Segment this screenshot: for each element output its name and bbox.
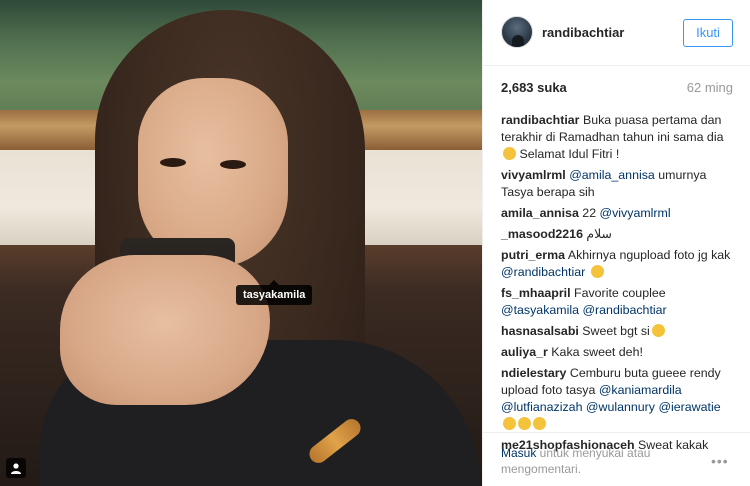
post-sidebar: randibachtiar Ikuti 2,683 suka 62 ming r… [482, 0, 750, 486]
comment-username[interactable]: putri_erma [501, 248, 565, 262]
username-link[interactable]: randibachtiar [542, 25, 624, 40]
post-stats: 2,683 suka 62 ming [501, 80, 733, 100]
mention-link[interactable]: @randibachtiar [582, 303, 666, 317]
likes-count[interactable]: 2,683 suka [501, 80, 567, 95]
comment-item: randibachtiar Buka puasa pertama dan ter… [501, 112, 739, 163]
comment-text: سلام [586, 227, 612, 241]
mention-link[interactable]: @ierawatie [658, 400, 720, 414]
comment-username[interactable]: fs_mhaapril [501, 286, 571, 300]
more-options-icon[interactable]: ••• [711, 453, 729, 469]
tagged-users-button[interactable] [6, 458, 26, 478]
post-footer: Masuk untuk menyukai atau mengomentari. … [483, 432, 750, 486]
post-header: randibachtiar Ikuti [483, 0, 750, 66]
mention-link[interactable]: @randibachtiar [501, 265, 585, 279]
mention-link[interactable]: @vivyamlrml [600, 206, 671, 220]
photo-eye-right [220, 160, 246, 169]
comment-username[interactable]: _masood2216 [501, 227, 583, 241]
comment-username[interactable]: hasnasalsabi [501, 324, 579, 338]
comment-item: auliya_r Kaka sweet deh! [501, 344, 739, 361]
avatar[interactable] [501, 16, 533, 48]
comment-text: Selamat Idul Fitri ! [516, 147, 620, 161]
person-icon [11, 463, 21, 474]
comment-username[interactable]: randibachtiar [501, 113, 580, 127]
comment-username[interactable]: vivyamlrml [501, 168, 566, 182]
comment-username[interactable]: auliya_r [501, 345, 548, 359]
wink-emoji-icon [503, 147, 516, 160]
comment-text: Kaka sweet deh! [551, 345, 643, 359]
heart-eyes-emoji-icon [651, 324, 665, 337]
comments-list: randibachtiar Buka puasa pertama dan ter… [501, 112, 739, 458]
cry-emoji-icon [533, 417, 546, 430]
comment-username[interactable]: amila_annisa [501, 206, 579, 220]
comment-item: vivyamlrml @amila_annisa umurnya Tasya b… [501, 167, 739, 201]
comment-text [585, 265, 588, 279]
comment-text: 22 [582, 206, 600, 220]
mention-link[interactable]: @kaniamardila [599, 383, 682, 397]
sweat-emoji-icon [518, 417, 531, 430]
photo-hands [60, 255, 270, 405]
follow-button[interactable]: Ikuti [683, 19, 733, 47]
comment-item: fs_mhaapril Favorite couplee @tasyakamil… [501, 285, 739, 319]
mention-link[interactable]: @wulannury [586, 400, 655, 414]
cry-emoji-icon [590, 265, 604, 278]
comment-text: Sweet bgt si [582, 324, 650, 338]
cry-emoji-icon [503, 417, 516, 430]
mention-link[interactable]: @lutfianazizah [501, 400, 582, 414]
comment-item: putri_erma Akhirnya ngupload foto jg kak… [501, 247, 739, 281]
comment-item: ndielestary Cemburu buta gueee rendy upl… [501, 365, 739, 433]
comment-item: amila_annisa 22 @vivyamlrml [501, 205, 739, 222]
post-timestamp[interactable]: 62 ming [687, 80, 733, 95]
comment-text: Akhirnya ngupload foto jg kak [567, 248, 731, 262]
login-link[interactable]: Masuk [501, 446, 536, 460]
comment-text: Favorite couplee [574, 286, 666, 300]
comment-item: hasnasalsabi Sweet bgt si [501, 323, 739, 340]
mention-link[interactable]: @tasyakamila [501, 303, 579, 317]
photo-eye-left [160, 158, 186, 167]
mention-link[interactable]: @amila_annisa [569, 168, 655, 182]
post-photo[interactable]: tasyakamila [0, 0, 482, 486]
comment-item: _masood2216 سلام [501, 226, 739, 243]
comment-username[interactable]: ndielestary [501, 366, 566, 380]
user-tag-label[interactable]: tasyakamila [236, 280, 313, 305]
login-prompt: Masuk untuk menyukai atau mengomentari. [501, 445, 671, 477]
